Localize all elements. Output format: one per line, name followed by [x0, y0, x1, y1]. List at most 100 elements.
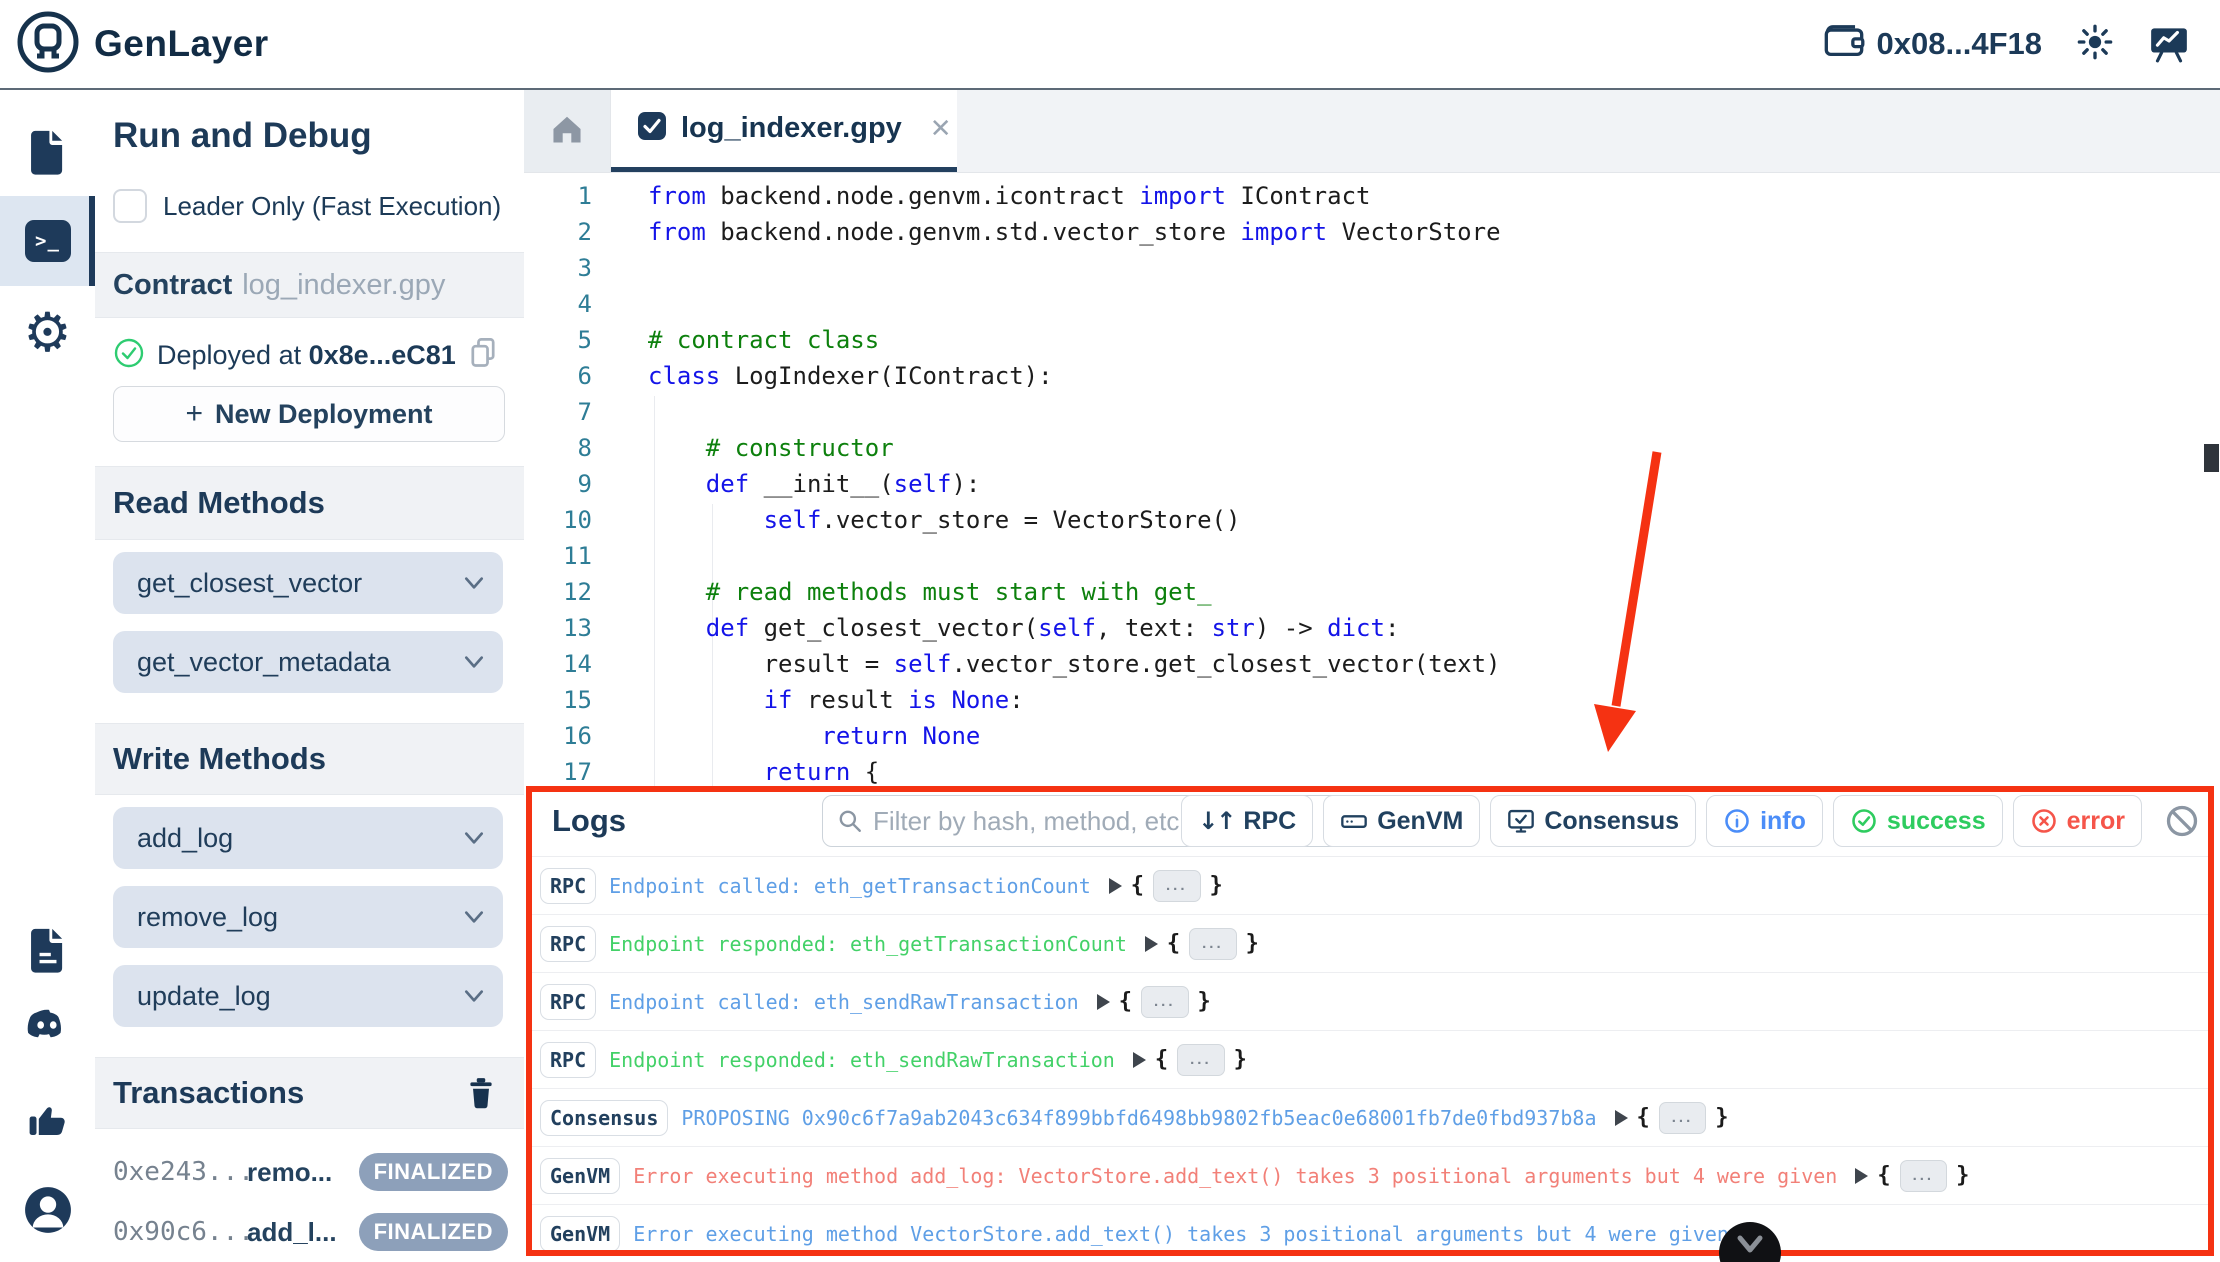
- log-source-badge: GenVM: [540, 1215, 621, 1252]
- contract-filename: log_indexer.gpy: [242, 268, 446, 301]
- log-row[interactable]: RPC Endpoint responded: eth_sendRawTransa…: [526, 1030, 2214, 1088]
- log-expand-control[interactable]: {...}: [1132, 1043, 1247, 1076]
- method-dropdown-update_log[interactable]: update_log: [113, 965, 503, 1027]
- log-row[interactable]: GenVM Error executing method VectorStore.…: [526, 1204, 2214, 1256]
- log-source-badge: RPC: [540, 983, 597, 1020]
- expand-triangle-icon: [1096, 993, 1110, 1010]
- monitor-check-icon: [1507, 807, 1535, 835]
- filter-genvm-button[interactable]: GenVM: [1323, 795, 1481, 847]
- brace-open: {: [1154, 1047, 1169, 1072]
- collapsed-json-chip[interactable]: ...: [1140, 985, 1189, 1018]
- leader-only-checkbox[interactable]: [113, 189, 147, 223]
- logs-panel: Logs ↓↑RPCGenVMConsensusinfosuccesserror…: [526, 786, 2214, 1256]
- collapsed-json-chip[interactable]: ...: [1658, 1101, 1707, 1134]
- tab-close-icon[interactable]: ✕: [930, 114, 952, 144]
- transactions-header: Transactions: [95, 1057, 524, 1129]
- log-row[interactable]: RPC Endpoint called: eth_getTransactionCo…: [526, 857, 2214, 914]
- thumbs-up-icon: [25, 1098, 71, 1147]
- files-nav-button[interactable]: [0, 128, 95, 181]
- filter-error-button[interactable]: error: [2012, 795, 2142, 847]
- line-number: 4: [577, 290, 592, 318]
- tab-label: log_indexer.gpy: [681, 112, 902, 144]
- info-circle-icon: [1723, 807, 1751, 835]
- theme-toggle-sun-icon[interactable]: [2076, 23, 2114, 66]
- copy-icon[interactable]: [468, 336, 498, 375]
- log-expand-control[interactable]: {...}: [1614, 1101, 1729, 1134]
- line-number: 10: [563, 506, 592, 534]
- method-label: update_log: [137, 980, 271, 1011]
- method-dropdown-add_log[interactable]: add_log: [113, 807, 503, 869]
- line-number: 2: [577, 218, 592, 246]
- home-tab[interactable]: [524, 90, 611, 172]
- code-line: # contract class: [648, 326, 880, 354]
- collapsed-json-chip[interactable]: ...: [1189, 927, 1237, 960]
- filter-rpc-button[interactable]: ↓↑ RPC: [1181, 795, 1314, 847]
- account-button[interactable]: [0, 1186, 95, 1239]
- collapsed-json-chip[interactable]: ...: [1153, 869, 1201, 902]
- line-number: 11: [563, 542, 592, 570]
- filter-info-button[interactable]: info: [1706, 795, 1823, 847]
- line-number: 6: [577, 362, 592, 390]
- log-row[interactable]: RPC Endpoint called: eth_sendRawTransacti…: [526, 972, 2214, 1030]
- log-expand-control[interactable]: {...}: [1855, 1159, 1969, 1192]
- brand-name: GenLayer: [94, 23, 269, 64]
- editor-scrollbar[interactable]: [2204, 444, 2219, 472]
- line-number: 9: [577, 470, 592, 498]
- leader-only-checkbox-row[interactable]: Leader Only (Fast Execution): [113, 186, 501, 226]
- collapsed-json-chip[interactable]: ...: [1177, 1043, 1225, 1076]
- block-logs-icon[interactable]: [2164, 803, 2200, 839]
- document-text-icon: [28, 926, 68, 979]
- log-row[interactable]: RPC Endpoint responded: eth_getTransactio…: [526, 914, 2214, 972]
- settings-nav-button[interactable]: ⚙: [0, 306, 95, 360]
- filter-label: RPC: [1243, 806, 1297, 835]
- line-number: 17: [563, 758, 592, 786]
- genlayer-logo-icon: [16, 10, 80, 79]
- filter-label: GenVM: [1377, 806, 1464, 835]
- log-expand-control[interactable]: {...}: [1108, 869, 1223, 902]
- chevron-down-icon: [1737, 1235, 1763, 1253]
- app-header: GenLayer 0x08...4F18: [0, 0, 2220, 90]
- leader-only-label: Leader Only (Fast Execution): [163, 190, 502, 221]
- brace-close: }: [1233, 1047, 1247, 1072]
- home-icon: [549, 113, 585, 150]
- status-board-icon[interactable]: [2148, 21, 2190, 68]
- code-line: class LogIndexer(IContract):: [648, 362, 1053, 390]
- transaction-row[interactable]: 0x90c6... add_l... FINALIZED: [95, 1202, 524, 1262]
- log-source-badge: Consensus: [540, 1099, 669, 1136]
- method-label: get_vector_metadata: [137, 646, 391, 677]
- line-number: 1: [577, 182, 592, 210]
- brace-close: }: [1715, 1105, 1729, 1130]
- filter-consensus-button[interactable]: Consensus: [1490, 795, 1697, 847]
- method-dropdown-remove_log[interactable]: remove_log: [113, 886, 503, 948]
- transaction-row[interactable]: 0xe243... remo... FINALIZED: [95, 1142, 524, 1202]
- new-deployment-button[interactable]: + New Deployment: [113, 386, 505, 442]
- collapsed-json-chip[interactable]: ...: [1899, 1159, 1948, 1192]
- contract-label: Contract: [113, 268, 233, 301]
- log-message: Endpoint responded: eth_getTransactionCo…: [609, 931, 1127, 956]
- method-label: remove_log: [137, 901, 279, 932]
- brace-open: {: [1118, 989, 1132, 1014]
- method-dropdown-get_vector_metadata[interactable]: get_vector_metadata: [113, 631, 503, 693]
- feedback-button[interactable]: [0, 1098, 95, 1147]
- filter-success-button[interactable]: success: [1832, 795, 2003, 847]
- status-badge: FINALIZED: [358, 1213, 508, 1251]
- log-row[interactable]: GenVM Error executing method add_log: Vec…: [526, 1146, 2214, 1204]
- run-debug-nav-active[interactable]: >_: [0, 196, 95, 286]
- tab-log-indexer[interactable]: log_indexer.gpy ✕: [611, 90, 957, 172]
- wallet-address-button[interactable]: 0x08...4F18: [1823, 21, 2042, 67]
- clear-transactions-button[interactable]: [466, 1076, 496, 1110]
- brace-close: }: [1245, 931, 1259, 956]
- log-row[interactable]: Consensus PROPOSING 0x90c6f7a9ab2043c634f…: [526, 1088, 2214, 1146]
- transactions-list: 0xe243... remo... FINALIZED 0x90c6... add_l.…: [95, 1142, 524, 1262]
- filter-label: error: [2066, 806, 2125, 835]
- status-badge: FINALIZED: [358, 1153, 508, 1191]
- line-number: 15: [563, 686, 592, 714]
- discord-button[interactable]: [0, 1006, 95, 1049]
- docs-nav-button[interactable]: [0, 926, 95, 979]
- log-expand-control[interactable]: {...}: [1144, 927, 1259, 960]
- method-dropdown-get_closest_vector[interactable]: get_closest_vector: [113, 552, 503, 614]
- log-expand-control[interactable]: {...}: [1096, 985, 1211, 1018]
- sort-arrows-icon: ↓↑: [1198, 807, 1236, 835]
- line-number: 3: [577, 254, 592, 282]
- gear-icon: ⚙: [23, 301, 72, 364]
